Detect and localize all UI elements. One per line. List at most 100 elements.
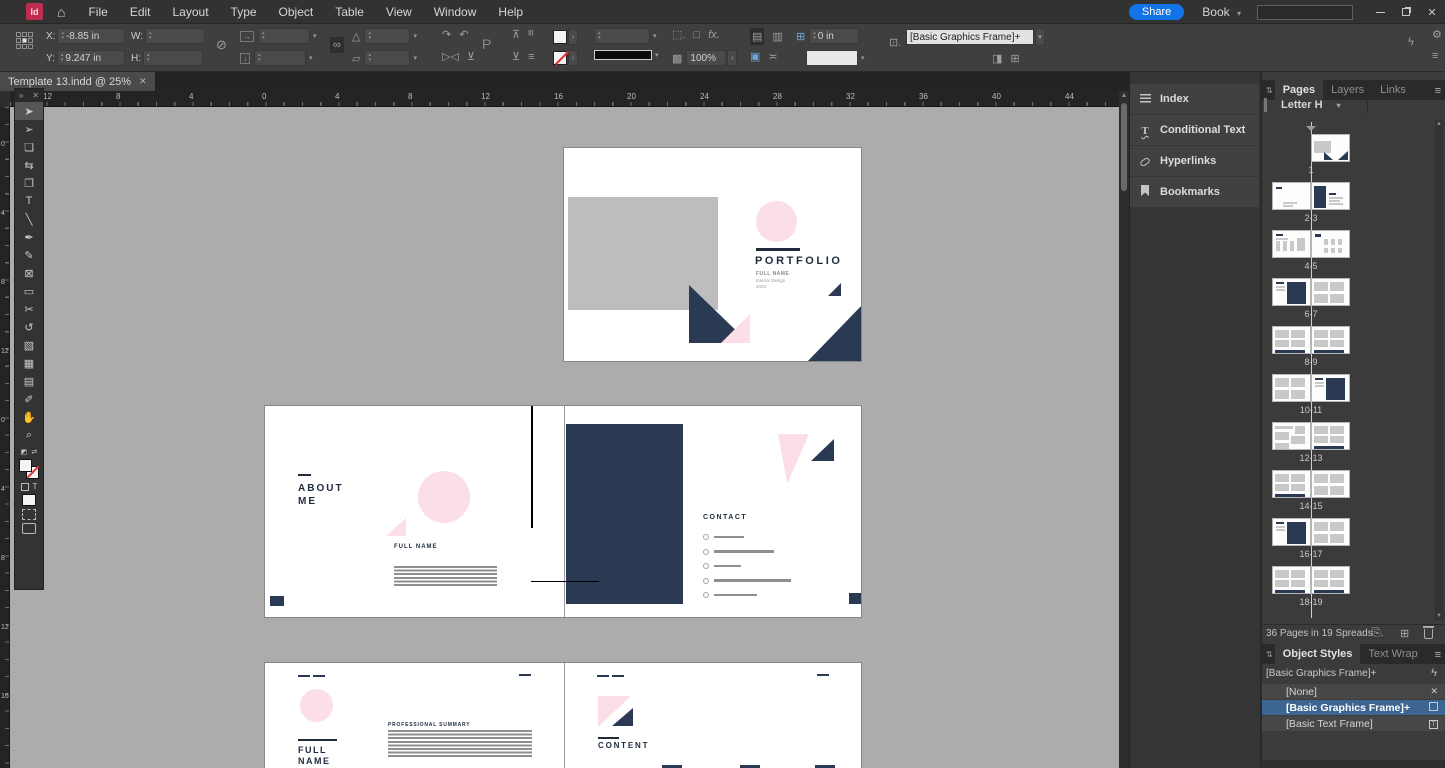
zoom-tool[interactable]: ⌕ [15, 426, 43, 444]
page-thumb-left[interactable] [1272, 518, 1311, 546]
distribute-h-icon[interactable]: ᴵᴵᴵ [528, 29, 534, 41]
cover-small-triangle[interactable] [828, 283, 841, 296]
pasteboard[interactable]: PORTFOLIO FULL NAME Interior Design 2023… [10, 107, 1119, 768]
resume-summary-heading[interactable]: PROFESSIONAL SUMMARY [388, 722, 470, 728]
cover-title-rule[interactable] [756, 248, 800, 251]
resume-summary-placeholder[interactable] [388, 730, 532, 757]
rotate-cw-icon[interactable]: ↷ [442, 28, 451, 41]
menu-table[interactable]: Table [324, 5, 375, 19]
content-collector-tool[interactable]: ❐ [15, 174, 43, 192]
align-top-icon[interactable]: ⊼ [512, 28, 520, 41]
stroke-style-preview[interactable] [594, 50, 652, 60]
restore-button[interactable] [1393, 0, 1419, 24]
page-thumb-right[interactable] [1311, 518, 1350, 546]
page-thumb-right[interactable] [1311, 182, 1350, 210]
fill-options-button[interactable]: › [568, 29, 578, 45]
lightning-icon[interactable]: ϟ [1431, 667, 1437, 679]
panel-grip[interactable] [1264, 98, 1267, 112]
resume-name-rule[interactable] [298, 739, 337, 741]
vertical-ruler[interactable]: 048120481216 [0, 107, 10, 768]
width-field[interactable]: ▴▾ [145, 28, 205, 44]
spread-thumbnail-14-15[interactable]: 14-15 [1272, 468, 1350, 512]
resume-dash[interactable] [313, 675, 325, 677]
home-icon[interactable]: ⌂ [57, 4, 65, 20]
cover-pink-circle[interactable] [756, 201, 797, 242]
chevron-down-icon[interactable]: ▾ [1035, 28, 1045, 46]
content-dash[interactable] [612, 675, 624, 677]
scale-x-field[interactable]: ▴▾ [258, 28, 310, 44]
contact-item[interactable] [703, 534, 744, 540]
contact-pink-triangle[interactable] [778, 434, 809, 484]
page-thumb-left[interactable] [1272, 278, 1311, 306]
master-page-row[interactable]: Letter H ▾ [1262, 94, 1445, 116]
page-thumb-right[interactable] [1311, 230, 1350, 258]
content-heading[interactable]: CONTENT [598, 741, 649, 750]
content-dash[interactable] [597, 675, 609, 677]
chevron-down-icon[interactable]: ▾ [309, 54, 313, 62]
corner-options-icon[interactable]: ⊞ [796, 30, 805, 43]
panel-button-bookmarks[interactable]: Bookmarks [1130, 177, 1259, 207]
direct-selection-tool[interactable]: ➢ [15, 120, 43, 138]
spread-about-contact[interactable]: ABOUT ME FULL NAME CONTACT [264, 405, 862, 618]
scale-y-field[interactable]: ▴▾ [254, 50, 306, 66]
select-object-icon[interactable]: ⬚. [672, 28, 685, 41]
fill-stroke-swatches[interactable] [19, 459, 39, 479]
delete-page-icon[interactable] [1424, 629, 1433, 639]
panel-button-index[interactable]: Index [1130, 84, 1259, 114]
object-style-dropdown[interactable]: [Basic Graphics Frame]+ [906, 29, 1034, 45]
page-thumb-right[interactable] [1311, 374, 1350, 402]
spread-thumbnail-6-7[interactable]: 6-7 [1272, 276, 1350, 320]
fill-color-swatch[interactable] [553, 30, 567, 44]
tab-text-wrap[interactable]: Text Wrap [1360, 644, 1425, 664]
x-position-field[interactable]: ▴▾-8.85 in [57, 28, 125, 44]
wrap-object-icon[interactable]: ▣ [750, 50, 760, 63]
contact-item[interactable] [703, 592, 757, 598]
close-button[interactable]: ✕ [1419, 0, 1445, 24]
page-thumb-right[interactable] [1311, 134, 1350, 162]
spread-thumbnail-12-13[interactable]: 12-13 [1272, 420, 1350, 464]
page-cover[interactable]: PORTFOLIO FULL NAME Interior Design 2023 [563, 147, 862, 362]
y-position-field[interactable]: ▴▾9.247 in [57, 50, 125, 66]
constrain-scale-icon[interactable]: ∞ [330, 37, 344, 53]
chevron-down-icon[interactable]: ▾ [653, 32, 657, 40]
apply-color-swatch[interactable] [22, 494, 36, 506]
page-thumb-right[interactable] [1311, 470, 1350, 498]
quick-apply-icon[interactable]: ◨ [992, 52, 1002, 65]
about-pink-circle[interactable] [418, 471, 470, 523]
cover-corner-triangle[interactable] [806, 304, 862, 362]
new-spread-icon[interactable]: ⊞ [1400, 627, 1409, 640]
contact-item[interactable] [703, 549, 774, 555]
spread-thumbnail-1[interactable]: 1 [1272, 132, 1350, 176]
menu-edit[interactable]: Edit [119, 5, 162, 19]
pen-tool[interactable]: ✒ [15, 228, 43, 246]
style-override-icon[interactable]: ⊞ [1010, 52, 1019, 65]
chevron-down-icon[interactable]: ▾ [1337, 101, 1341, 110]
select-container-icon[interactable]: P [482, 36, 491, 52]
frame-fitting-icon[interactable]: ⊡. [889, 36, 901, 49]
scrollbar-thumb[interactable] [1121, 103, 1127, 191]
page-thumb-left[interactable] [1272, 566, 1311, 594]
indesign-logo-icon[interactable]: Id [26, 3, 43, 20]
page-thumb-left[interactable] [1272, 326, 1311, 354]
cover-name[interactable]: FULL NAME [756, 271, 789, 277]
align-bottom-icon[interactable]: ⊻ [512, 50, 520, 63]
spread-thumbnail-10-11[interactable]: 10-11 [1272, 372, 1350, 416]
gear-icon[interactable]: ⚙ [1432, 28, 1442, 41]
fill-swatch[interactable] [19, 459, 32, 472]
effects-icon[interactable]: fx. [708, 29, 720, 41]
content-dash[interactable] [817, 674, 829, 676]
ruler-corner[interactable] [0, 91, 10, 107]
frame-icon[interactable]: □ [693, 29, 700, 41]
page-thumb-right[interactable] [1311, 278, 1350, 306]
formatting-text-icon[interactable]: T [33, 482, 38, 491]
expand-panel-icon[interactable]: » [19, 91, 23, 100]
distribute-v-icon[interactable]: ≡ [528, 51, 534, 63]
collapse-panel-icon[interactable]: ⇅ [1266, 650, 1273, 659]
page-thumb-right[interactable] [1311, 566, 1350, 594]
screen-mode-icon[interactable] [22, 509, 36, 520]
note-tool[interactable]: ▤ [15, 372, 43, 390]
minimize-button[interactable] [1367, 0, 1393, 24]
scissors-tool[interactable]: ✂ [15, 300, 43, 318]
page-thumb-left[interactable] [1272, 230, 1311, 258]
about-navy-chip[interactable] [270, 596, 284, 606]
